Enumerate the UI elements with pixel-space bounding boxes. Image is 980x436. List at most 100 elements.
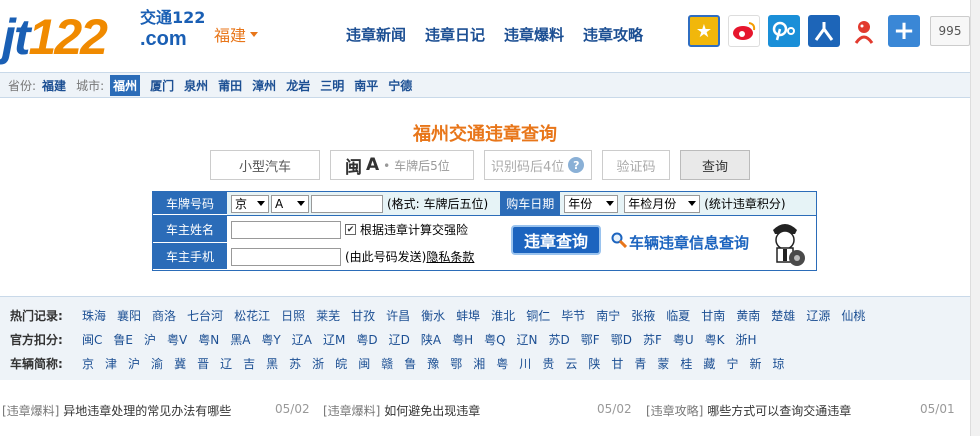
official-points-link[interactable]: 粤H <box>452 331 473 348</box>
official-points-link[interactable]: 辽A <box>292 331 312 348</box>
vehicle-abbr-link[interactable]: 黑 <box>266 355 278 372</box>
city-item[interactable]: 莆田 <box>218 77 242 94</box>
vehicle-abbr-link[interactable]: 陕 <box>588 355 600 372</box>
hot-record-link[interactable]: 襄阳 <box>117 307 141 324</box>
vehicle-abbr-link[interactable]: 鲁 <box>404 355 416 372</box>
nav-item-report[interactable]: 违章爆料 <box>504 24 564 45</box>
vehicle-abbr-link[interactable]: 京 <box>82 355 94 372</box>
official-points-link[interactable]: 辽D <box>389 331 410 348</box>
nav-item-news[interactable]: 违章新闻 <box>346 24 406 45</box>
hot-record-link[interactable]: 日照 <box>281 307 305 324</box>
vehicle-abbr-link[interactable]: 豫 <box>427 355 439 372</box>
vehicle-abbr-link[interactable]: 冀 <box>174 355 186 372</box>
hot-record-link[interactable]: 许昌 <box>386 307 410 324</box>
hot-record-link[interactable]: 铜仁 <box>526 307 550 324</box>
year-select[interactable]: 年份 <box>564 194 619 213</box>
city-item[interactable]: 南平 <box>354 77 378 94</box>
official-points-link[interactable]: 陕A <box>421 331 441 348</box>
official-points-link[interactable]: 粤N <box>198 331 219 348</box>
hot-record-link[interactable]: 张掖 <box>631 307 655 324</box>
hot-record-link[interactable]: 七台河 <box>187 307 223 324</box>
hot-record-link[interactable]: 黄南 <box>736 307 760 324</box>
news-item[interactable]: [违章攻略] 哪些方式可以查询交通违章 <box>646 402 851 419</box>
plate-number-input[interactable] <box>311 194 383 213</box>
insurance-checkbox[interactable]: ✔ <box>345 224 356 235</box>
official-points-link[interactable]: 黑A <box>230 331 250 348</box>
hot-record-link[interactable]: 莱芜 <box>316 307 340 324</box>
query-button[interactable]: 查询 <box>680 150 750 180</box>
province-name[interactable]: 福建 <box>42 77 66 94</box>
vehicle-abbr-link[interactable]: 闽 <box>358 355 370 372</box>
plate-letter[interactable]: A <box>366 155 379 175</box>
hot-record-link[interactable]: 甘孜 <box>351 307 375 324</box>
vehicle-abbr-link[interactable]: 青 <box>634 355 646 372</box>
news-item[interactable]: [违章爆料] 如何避免出现违章 <box>323 402 480 419</box>
official-points-link[interactable]: 粤U <box>673 331 694 348</box>
hot-record-link[interactable]: 松花江 <box>234 307 270 324</box>
hot-record-link[interactable]: 商洛 <box>152 307 176 324</box>
city-item[interactable]: 三明 <box>320 77 344 94</box>
vehicle-abbr-link[interactable]: 鄂 <box>450 355 462 372</box>
renren-icon[interactable] <box>808 15 840 47</box>
vehicle-abbr-link[interactable]: 浙 <box>312 355 324 372</box>
city-item[interactable]: 厦门 <box>150 77 174 94</box>
submit-query-button[interactable]: 违章查询 <box>511 225 601 255</box>
official-points-link[interactable]: 浙H <box>736 331 757 348</box>
month-select[interactable]: 年检月份 <box>624 194 701 213</box>
vehicle-abbr-link[interactable]: 渝 <box>151 355 163 372</box>
hot-record-link[interactable]: 衡水 <box>421 307 445 324</box>
vehicle-abbr-link[interactable]: 赣 <box>381 355 393 372</box>
hot-record-link[interactable]: 珠海 <box>82 307 106 324</box>
vehicle-abbr-link[interactable]: 津 <box>105 355 117 372</box>
plate-prefix[interactable]: 闽 <box>345 153 362 178</box>
news-category[interactable]: [违章爆料] <box>323 404 380 418</box>
official-points-link[interactable]: 沪 <box>144 331 156 348</box>
official-points-link[interactable]: 鲁E <box>113 331 133 348</box>
car-type-select[interactable]: 小型汽车 <box>210 150 320 180</box>
hot-record-link[interactable]: 临夏 <box>666 307 690 324</box>
city-item[interactable]: 泉州 <box>184 77 208 94</box>
vertical-scrollbar[interactable] <box>970 0 980 436</box>
vehicle-abbr-link[interactable]: 蒙 <box>657 355 669 372</box>
vehicle-abbr-link[interactable]: 川 <box>519 355 531 372</box>
hot-record-link[interactable]: 毕节 <box>561 307 585 324</box>
vehicle-abbr-link[interactable]: 辽 <box>220 355 232 372</box>
official-points-link[interactable]: 苏F <box>643 331 662 348</box>
official-points-link[interactable]: 鄂F <box>581 331 600 348</box>
vehicle-abbr-link[interactable]: 藏 <box>703 355 715 372</box>
vehicle-abbr-link[interactable]: 沪 <box>128 355 140 372</box>
news-title[interactable]: 异地违章处理的常见办法有哪些 <box>63 404 231 418</box>
nav-item-guide[interactable]: 违章攻略 <box>583 24 643 45</box>
vehicle-abbr-link[interactable]: 新 <box>749 355 761 372</box>
vehicle-abbr-link[interactable]: 晋 <box>197 355 209 372</box>
hot-record-link[interactable]: 仙桃 <box>841 307 865 324</box>
news-category[interactable]: [违章爆料] <box>2 404 59 418</box>
kaixin-icon[interactable] <box>848 15 880 47</box>
official-points-link[interactable]: 闽C <box>82 331 102 348</box>
vehicle-info-link[interactable]: 车辆违章信息查询 <box>629 232 749 253</box>
official-points-link[interactable]: 辽N <box>517 331 538 348</box>
official-points-link[interactable]: 粤Y <box>261 331 280 348</box>
vehicle-abbr-link[interactable]: 皖 <box>335 355 347 372</box>
plate-letter-select[interactable]: A <box>271 194 309 213</box>
hot-record-link[interactable]: 蚌埠 <box>456 307 480 324</box>
official-points-link[interactable]: 辽M <box>323 331 345 348</box>
news-item[interactable]: [违章爆料] 异地违章处理的常见办法有哪些 <box>2 402 231 419</box>
owner-name-input[interactable] <box>231 220 341 239</box>
city-item[interactable]: 宁德 <box>388 77 412 94</box>
province-select[interactable]: 福建 <box>214 22 259 46</box>
code-input[interactable]: 识别码后4位 ? <box>484 150 592 180</box>
vehicle-abbr-link[interactable]: 湘 <box>473 355 485 372</box>
help-icon[interactable]: ? <box>568 157 585 173</box>
vehicle-abbr-link[interactable]: 贵 <box>542 355 554 372</box>
official-points-link[interactable]: 粤D <box>356 331 377 348</box>
hot-record-link[interactable]: 淮北 <box>491 307 515 324</box>
site-logo[interactable]: jt122 <box>2 6 108 62</box>
vehicle-abbr-link[interactable]: 云 <box>565 355 577 372</box>
official-points-link[interactable]: 粤V <box>167 331 187 348</box>
city-item[interactable]: 漳州 <box>252 77 276 94</box>
hot-record-link[interactable]: 辽源 <box>806 307 830 324</box>
plate-prov-select[interactable]: 京 <box>231 194 269 213</box>
hot-record-link[interactable]: 南宁 <box>596 307 620 324</box>
phone-input[interactable] <box>231 247 341 266</box>
